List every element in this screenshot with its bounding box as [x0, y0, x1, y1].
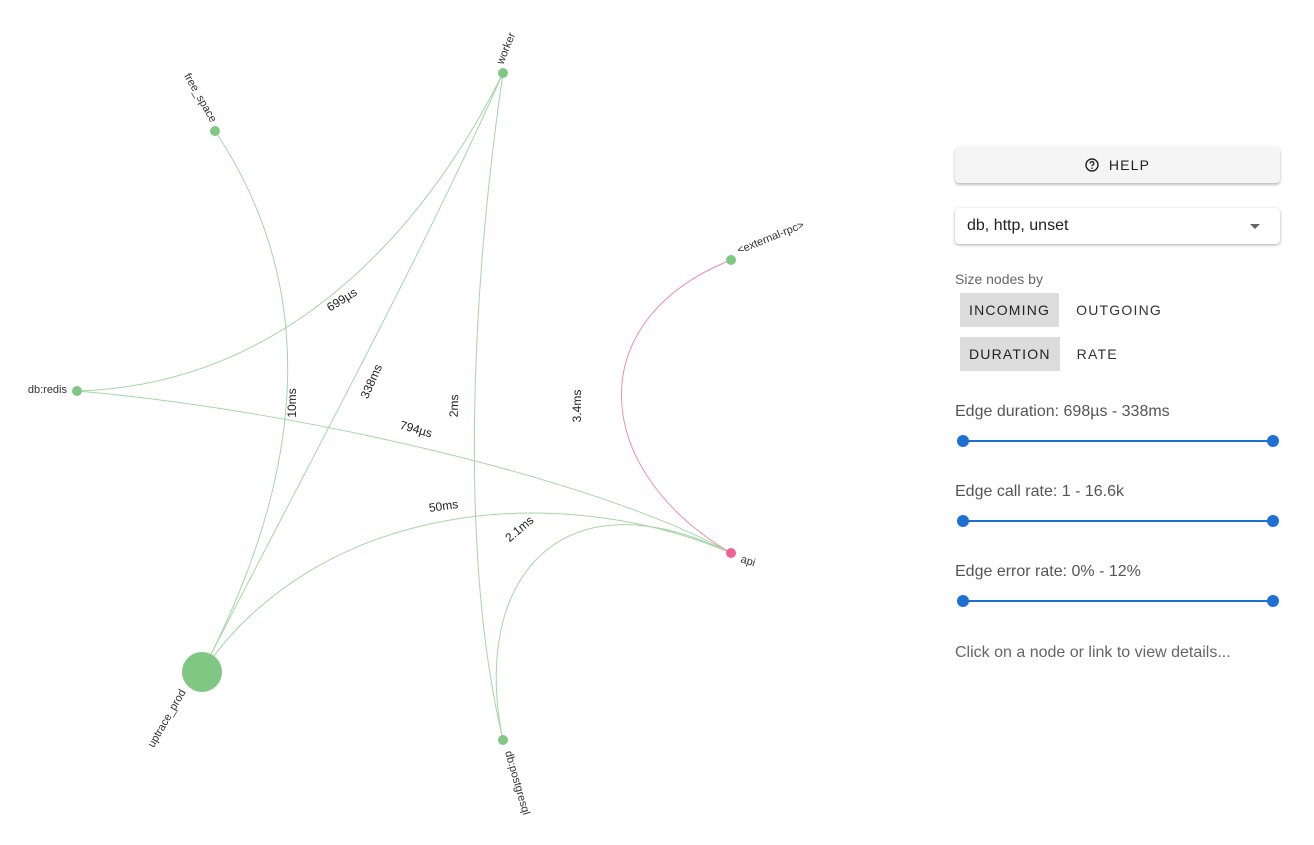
- edge-label[interactable]: 3.4ms: [570, 390, 584, 423]
- graph-edge[interactable]: [201, 72, 504, 673]
- edge-label[interactable]: 50ms: [428, 497, 459, 515]
- edge-label[interactable]: 794µs: [398, 418, 434, 441]
- details-hint: Click on a node or link to view details.…: [955, 644, 1231, 661]
- graph-edge[interactable]: [621, 259, 732, 554]
- slider-track: [963, 440, 1273, 442]
- metric-toggle-group: DURATION RATE: [960, 337, 1127, 371]
- edge-error-rate-label: Edge error rate: 0% - 12%: [955, 563, 1141, 580]
- graph-edge[interactable]: [201, 130, 289, 673]
- edge-label[interactable]: 2ms: [447, 394, 462, 417]
- slider-max-handle[interactable]: [1267, 515, 1279, 527]
- graph-node[interactable]: [182, 652, 222, 692]
- system-filter-value: db, http, unset: [967, 217, 1069, 234]
- edge-call-rate-label: Edge call rate: 1 - 16.6k: [955, 483, 1124, 500]
- slider-min-handle[interactable]: [957, 515, 969, 527]
- slider-min-handle[interactable]: [957, 595, 969, 607]
- incoming-toggle[interactable]: INCOMING: [960, 293, 1060, 327]
- rate-toggle[interactable]: RATE: [1068, 337, 1127, 371]
- edge-label[interactable]: 338ms: [358, 362, 385, 401]
- graph-node[interactable]: [498, 68, 508, 78]
- help-button[interactable]: HELP: [955, 147, 1280, 183]
- graph-node[interactable]: [726, 255, 736, 265]
- node-label[interactable]: <external-rpc>: [736, 219, 806, 257]
- node-label[interactable]: uptrace_prod: [146, 688, 189, 750]
- node-label[interactable]: db:postgresql: [502, 750, 532, 817]
- graph-edge[interactable]: [495, 524, 732, 741]
- slider-track: [963, 520, 1273, 522]
- graph-node[interactable]: [72, 386, 82, 396]
- edge-duration-label: Edge duration: 698µs - 338ms: [955, 403, 1170, 420]
- slider-min-handle[interactable]: [957, 435, 969, 447]
- graph-node[interactable]: [726, 548, 736, 558]
- edge-label[interactable]: 2.1ms: [502, 513, 536, 545]
- edge-duration-slider[interactable]: [957, 434, 1279, 448]
- help-label: HELP: [1108, 157, 1151, 173]
- node-label[interactable]: free_space: [181, 71, 219, 124]
- size-nodes-by-label: Size nodes by: [955, 271, 1043, 287]
- slider-track: [963, 600, 1273, 602]
- help-circle-icon: [1085, 158, 1099, 172]
- system-filter-select[interactable]: db, http, unset: [955, 208, 1280, 244]
- edge-label[interactable]: 699µs: [324, 285, 359, 314]
- graph-node[interactable]: [210, 126, 220, 136]
- graph-edge[interactable]: [201, 512, 732, 673]
- slider-max-handle[interactable]: [1267, 435, 1279, 447]
- slider-max-handle[interactable]: [1267, 595, 1279, 607]
- graph-node[interactable]: [498, 735, 508, 745]
- graph-edge[interactable]: [76, 72, 504, 392]
- node-label[interactable]: worker: [494, 31, 518, 67]
- duration-toggle[interactable]: DURATION: [960, 337, 1060, 371]
- edge-call-rate-slider[interactable]: [957, 514, 1279, 528]
- edge-label[interactable]: 10ms: [285, 388, 299, 417]
- size-toggle-group: INCOMING OUTGOING: [960, 293, 1171, 327]
- node-label[interactable]: db:redis: [28, 384, 68, 396]
- node-label[interactable]: api: [739, 553, 757, 569]
- outgoing-toggle[interactable]: OUTGOING: [1067, 293, 1171, 327]
- edge-error-rate-slider[interactable]: [957, 594, 1279, 608]
- caret-down-icon: [1250, 224, 1260, 229]
- service-graph[interactable]: 10ms 699µs 338ms 2ms 794µs 50ms 2.1ms 3.4ms wor…: [0, 0, 900, 845]
- graph-edge[interactable]: [76, 390, 732, 554]
